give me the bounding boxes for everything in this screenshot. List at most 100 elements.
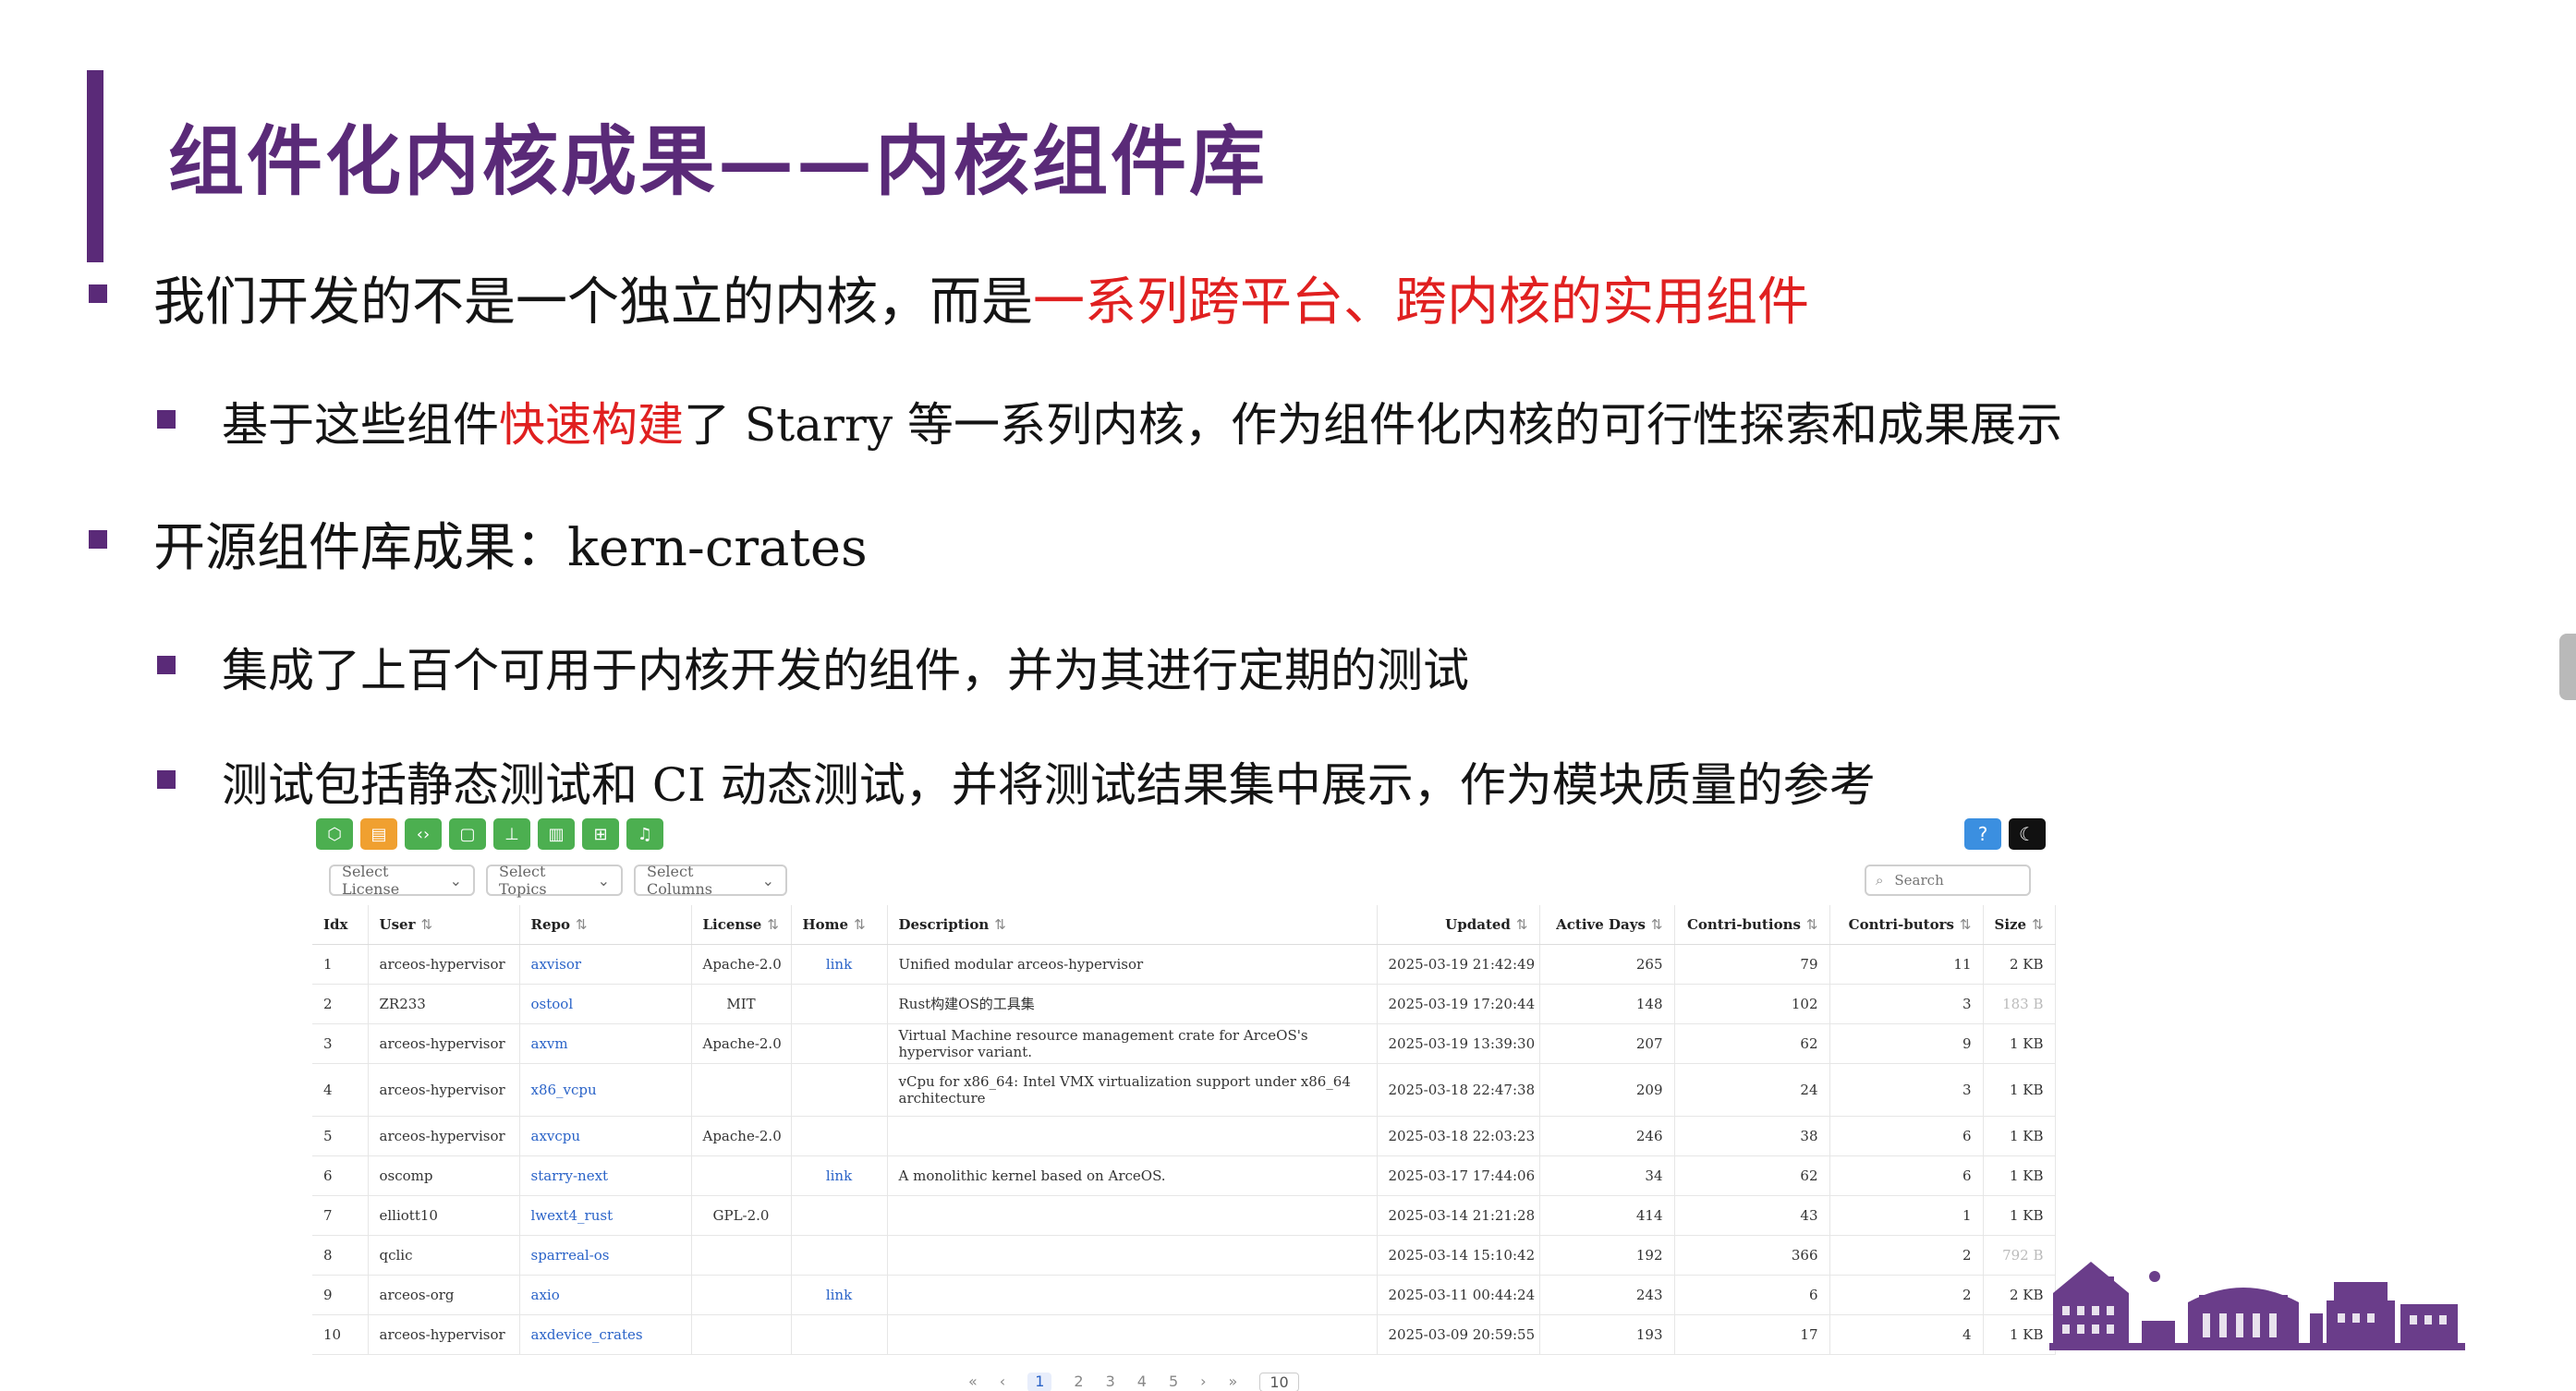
code-icon[interactable]: ‹›: [405, 818, 442, 850]
prev-page-button[interactable]: ‹: [1000, 1373, 1005, 1391]
column-header[interactable]: Description ⇅: [887, 905, 1378, 945]
bar-chart-icon[interactable]: ▥: [538, 818, 575, 850]
theme-toggle-button[interactable]: ☾: [2009, 818, 2046, 850]
column-header[interactable]: Contri-butors ⇅: [1829, 905, 1984, 945]
column-header[interactable]: Updated ⇅: [1377, 905, 1540, 945]
column-header[interactable]: Active Days ⇅: [1539, 905, 1675, 945]
description-cell: Rust构建OS的工具集: [887, 984, 1378, 1024]
bullet-text: 开源组件库成果：kern-crates: [153, 518, 868, 578]
repo-link[interactable]: axvisor: [519, 944, 692, 985]
updated-cell: 2025-03-11 00:44:24: [1377, 1275, 1540, 1315]
license-cell: [691, 1235, 792, 1276]
bell-icon[interactable]: ♫: [626, 818, 663, 850]
description-cell: [887, 1116, 1378, 1156]
active-days-cell: 207: [1539, 1023, 1675, 1064]
license-select[interactable]: Select License ⌄: [329, 863, 475, 898]
sort-icon[interactable]: ⇅: [854, 916, 866, 933]
table-row: 7 elliott10 lwext4_rust GPL-2.0 2025-03-14 2…: [312, 1195, 2056, 1236]
page-button[interactable]: 5: [1169, 1373, 1178, 1391]
column-header[interactable]: Home ⇅: [791, 905, 888, 945]
contributions-cell: 62: [1674, 1023, 1830, 1064]
chevron-down-icon: ⌄: [761, 871, 774, 889]
columns-select[interactable]: Select Columns ⌄: [634, 863, 787, 898]
description-cell: [887, 1314, 1378, 1355]
column-header[interactable]: License ⇅: [691, 905, 792, 945]
repo-link[interactable]: axvm: [519, 1023, 692, 1064]
user-cell: arceos-hypervisor: [368, 1063, 520, 1117]
size-cell: 1 KB: [1983, 1116, 2056, 1156]
license-cell: [691, 1063, 792, 1117]
page-button[interactable]: 2: [1074, 1373, 1083, 1391]
kern-crates-dashboard: ⬡ ▤ ‹› ▢ ⊥ ▥ ⊞ ♫ ? ☾ Select License ⌄ Select Top…: [312, 813, 2059, 1391]
page-button[interactable]: 3: [1106, 1373, 1115, 1391]
column-header-label: Repo: [530, 916, 571, 933]
square-icon[interactable]: ▢: [449, 818, 486, 850]
column-header-label: User: [379, 916, 416, 933]
first-page-button[interactable]: «: [968, 1373, 978, 1391]
page-button[interactable]: 4: [1137, 1373, 1147, 1391]
license-cell: MIT: [691, 984, 792, 1024]
repo-link[interactable]: x86_vcpu: [519, 1063, 692, 1117]
sort-icon[interactable]: ⇅: [1516, 916, 1528, 933]
org-chart-icon[interactable]: ⊥: [493, 818, 530, 850]
home-link[interactable]: link: [791, 1275, 888, 1315]
repo-link[interactable]: axvcpu: [519, 1116, 692, 1156]
contributions-cell: 38: [1674, 1116, 1830, 1156]
home-link[interactable]: link: [791, 944, 888, 985]
home-link[interactable]: link: [791, 1155, 888, 1196]
user-cell: arceos-hypervisor: [368, 944, 520, 985]
sort-icon[interactable]: ⇅: [576, 916, 588, 933]
sort-icon[interactable]: ⇅: [1806, 916, 1818, 933]
repo-link[interactable]: sparreal-os: [519, 1235, 692, 1276]
topics-select[interactable]: Select Topics ⌄: [486, 863, 623, 898]
idx-cell: 2: [312, 984, 369, 1024]
sort-icon[interactable]: ⇅: [2032, 916, 2044, 933]
search-input[interactable]: [1892, 871, 2008, 889]
contributors-cell: 9: [1829, 1023, 1984, 1064]
updated-cell: 2025-03-19 17:20:44: [1377, 984, 1540, 1024]
user-cell: arceos-hypervisor: [368, 1314, 520, 1355]
repo-link[interactable]: ostool: [519, 984, 692, 1024]
contributions-cell: 6: [1674, 1275, 1830, 1315]
side-panel-tab[interactable]: [2559, 634, 2576, 700]
search-box[interactable]: ⌕: [1865, 865, 2031, 896]
sort-icon[interactable]: ⇅: [1651, 916, 1663, 933]
page-size-select[interactable]: 10: [1259, 1373, 1299, 1391]
page-button[interactable]: 1: [1027, 1373, 1052, 1391]
package-icon[interactable]: ⬡: [316, 818, 353, 850]
column-header[interactable]: Contri-butions ⇅: [1674, 905, 1830, 945]
column-header-label: Active Days: [1556, 916, 1646, 933]
repo-link[interactable]: axio: [519, 1275, 692, 1315]
size-cell: 1 KB: [1983, 1063, 2056, 1117]
help-button[interactable]: ?: [1964, 818, 2001, 850]
license-cell: GPL-2.0: [691, 1195, 792, 1236]
next-page-button[interactable]: ›: [1200, 1373, 1206, 1391]
user-cell: arceos-hypervisor: [368, 1023, 520, 1064]
repo-link[interactable]: starry-next: [519, 1155, 692, 1196]
sort-icon[interactable]: ⇅: [420, 916, 432, 933]
license-cell: Apache-2.0: [691, 944, 792, 985]
column-header[interactable]: User ⇅: [368, 905, 520, 945]
last-page-button[interactable]: »: [1229, 1373, 1238, 1391]
grid-icon[interactable]: ⊞: [582, 818, 619, 850]
sort-icon[interactable]: ⇅: [1960, 916, 1972, 933]
bullet-text-segment: 测试包括静态测试和 CI 动态测试，并将测试结果集中展示，作为模块质量的参考: [222, 758, 1876, 812]
column-header-label: Idx: [323, 916, 348, 933]
repo-link[interactable]: lwext4_rust: [519, 1195, 692, 1236]
bullet-2-1: 集成了上百个可用于内核开发的组件，并为其进行定期的测试: [157, 634, 1469, 700]
column-header[interactable]: Size ⇅: [1983, 905, 2056, 945]
database-icon[interactable]: ▤: [360, 818, 397, 850]
active-days-cell: 265: [1539, 944, 1675, 985]
bullet-text: 基于这些组件快速构建了 Starry 等一系列内核，作为组件化内核的可行性探索和…: [222, 398, 2062, 452]
active-days-cell: 192: [1539, 1235, 1675, 1276]
column-header[interactable]: Repo ⇅: [519, 905, 692, 945]
contributions-cell: 62: [1674, 1155, 1830, 1196]
sort-icon[interactable]: ⇅: [767, 916, 779, 933]
column-header[interactable]: Idx: [312, 905, 369, 945]
license-cell: Apache-2.0: [691, 1023, 792, 1064]
repo-link[interactable]: axdevice_crates: [519, 1314, 692, 1355]
bullet-marker: [89, 284, 107, 303]
bullet-text: 集成了上百个可用于内核开发的组件，并为其进行定期的测试: [222, 644, 1469, 697]
size-cell: 1 KB: [1983, 1155, 2056, 1196]
sort-icon[interactable]: ⇅: [994, 916, 1006, 933]
